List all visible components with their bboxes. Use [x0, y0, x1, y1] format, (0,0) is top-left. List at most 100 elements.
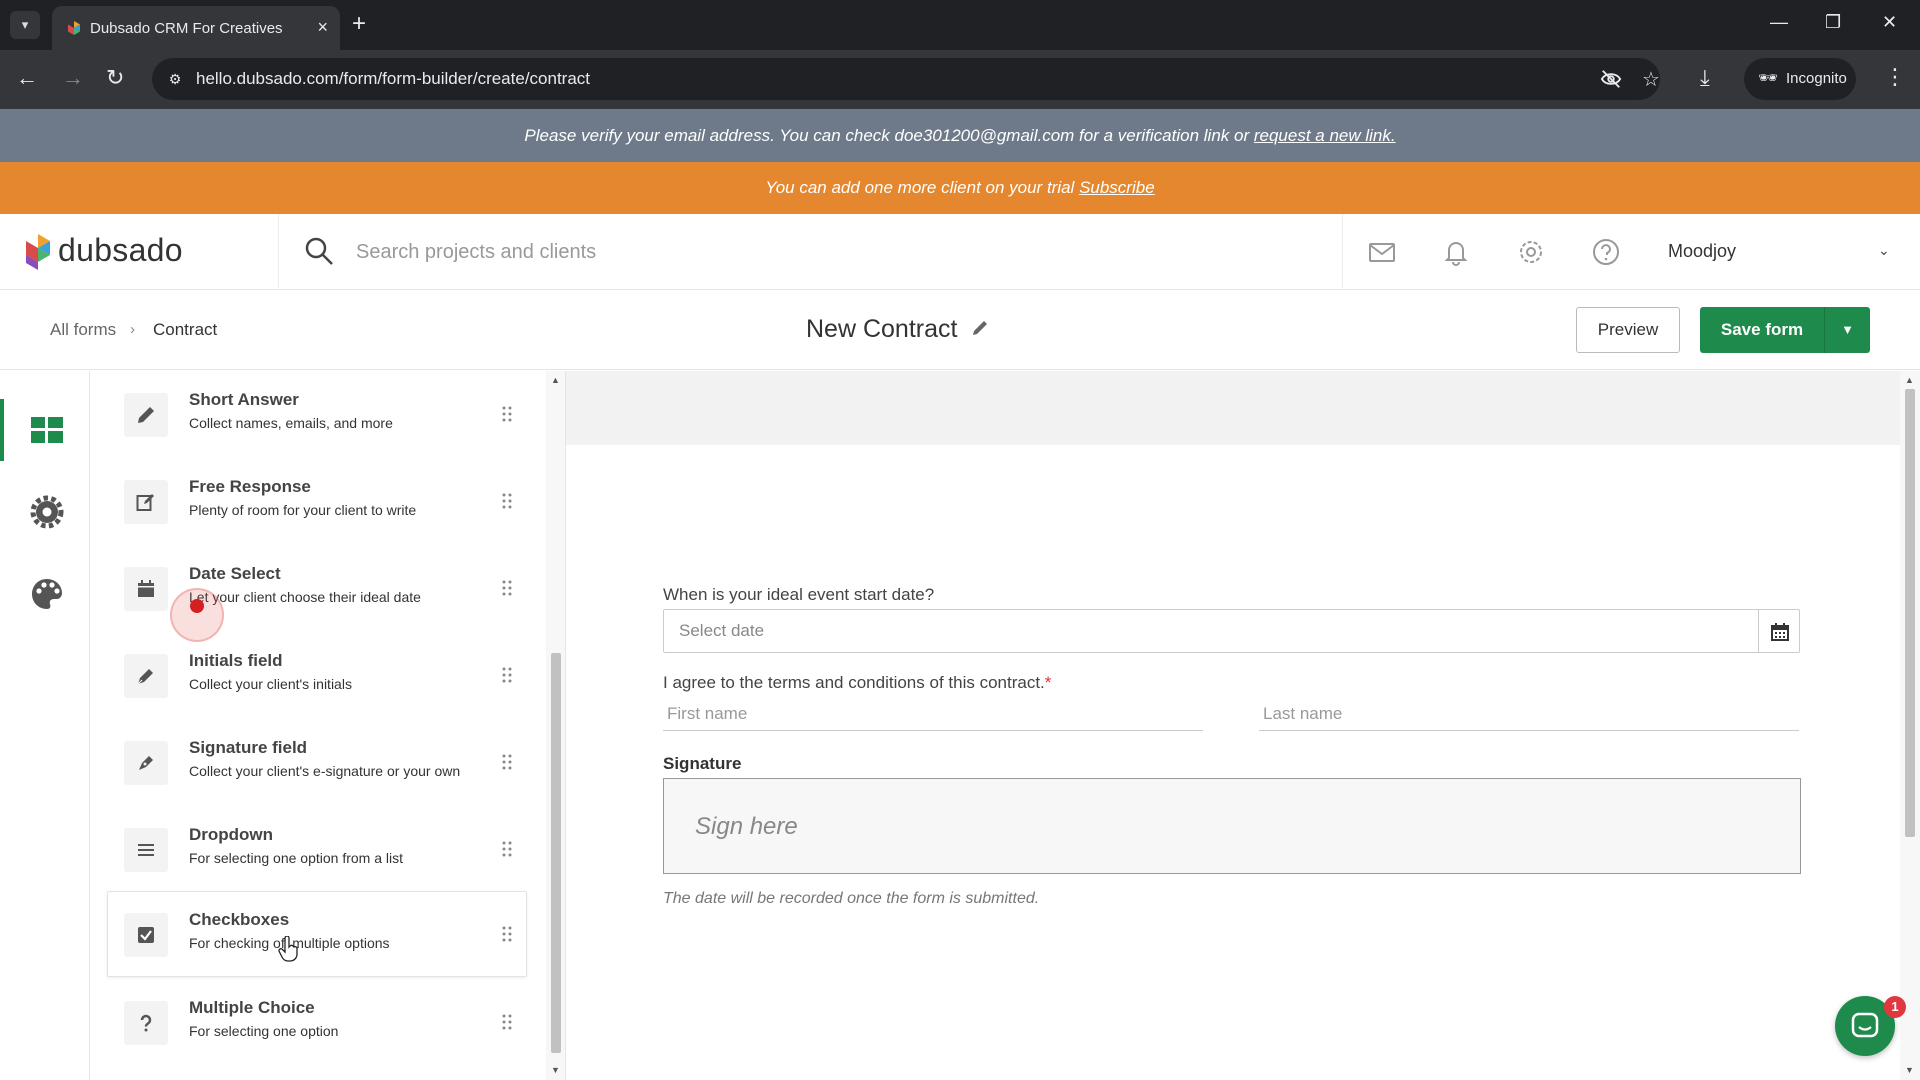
bell-icon[interactable]	[1442, 238, 1470, 266]
list-icon	[138, 844, 154, 856]
preview-button[interactable]: Preview	[1576, 307, 1680, 353]
verify-email-banner: Please verify your email address. You ca…	[0, 109, 1920, 162]
header-divider	[278, 214, 279, 290]
drag-handle-icon[interactable]	[502, 841, 512, 857]
question-icon	[140, 1014, 152, 1032]
checkbox-icon	[138, 927, 154, 943]
signature-label: Signature	[663, 754, 742, 773]
scroll-down-arrow-icon[interactable]: ▼	[1905, 1065, 1914, 1075]
tab-title: Dubsado CRM For Creatives	[90, 20, 283, 37]
left-rail	[0, 371, 90, 1080]
pencil-icon	[138, 407, 154, 423]
last-name-input[interactable]	[1259, 697, 1799, 731]
signature-pad[interactable]: Sign here	[663, 778, 1801, 874]
hand-cursor-icon	[278, 936, 298, 962]
mail-icon[interactable]	[1368, 238, 1396, 266]
help-icon[interactable]	[1592, 238, 1620, 266]
form-canvas: When is your ideal event start date? I a…	[566, 371, 1900, 1080]
tab-close-icon[interactable]: ×	[317, 17, 328, 38]
reload-icon[interactable]: ↻	[106, 65, 124, 91]
app-header: dubsado Moodjoy ⌄	[0, 214, 1920, 290]
incognito-badge[interactable]: 🕶 Incognito	[1744, 58, 1856, 100]
field-item-free-response[interactable]: Free Response Plenty of room for your cl…	[107, 458, 527, 544]
click-indicator	[170, 588, 224, 642]
click-indicator-dot	[190, 599, 204, 613]
chevron-down-icon[interactable]: ⌄	[1878, 242, 1890, 259]
browser-tab-bar: ▾ Dubsado CRM For Creatives × + — ❐ ✕	[0, 0, 1920, 50]
scroll-up-arrow-icon[interactable]: ▲	[1905, 375, 1914, 385]
chat-bubble-icon	[1851, 1012, 1879, 1038]
field-item-dropdown[interactable]: Dropdown For selecting one option from a…	[107, 806, 527, 892]
palette-icon[interactable]	[30, 577, 64, 611]
url-text[interactable]: hello.dubsado.com/form/form-builder/crea…	[196, 69, 590, 89]
search-icon[interactable]	[304, 236, 334, 266]
edit-title-pencil-icon[interactable]	[970, 318, 990, 338]
subscribe-link[interactable]: Subscribe	[1079, 178, 1155, 197]
calendar-button[interactable]	[1758, 609, 1800, 653]
signature-placeholder: Sign here	[695, 813, 798, 840]
scroll-down-arrow-icon[interactable]: ▼	[551, 1065, 560, 1075]
breadcrumb-current: Contract	[153, 320, 218, 339]
palette-scrollbar[interactable]: ▲ ▼	[546, 371, 566, 1080]
minimize-icon[interactable]: —	[1770, 12, 1788, 33]
incognito-icon: 🕶	[1758, 70, 1779, 87]
calendar-icon	[1771, 623, 1789, 641]
breadcrumb-chevron-icon: ›	[130, 321, 135, 338]
restore-icon[interactable]: ❐	[1825, 12, 1841, 33]
date-question-label: When is your ideal event start date?	[663, 585, 935, 604]
logo-text[interactable]: dubsado	[58, 232, 183, 269]
download-icon[interactable]: ⤓	[1700, 65, 1710, 91]
scrollbar-thumb[interactable]	[1905, 389, 1915, 837]
bookmark-star-icon[interactable]: ☆	[1642, 67, 1660, 92]
fields-grid-icon[interactable]	[30, 413, 64, 447]
field-item-checkboxes[interactable]: Checkboxes For checking off multiple opt…	[107, 891, 527, 977]
header-divider	[1342, 214, 1343, 290]
chat-unread-badge: 1	[1884, 996, 1906, 1018]
drag-handle-icon[interactable]	[502, 493, 512, 509]
signature-date-note: The date will be recorded once the form …	[663, 890, 1040, 907]
drag-handle-icon[interactable]	[502, 580, 512, 596]
back-icon[interactable]: ←	[16, 65, 38, 91]
date-input[interactable]	[663, 609, 1759, 653]
settings-gear-icon[interactable]	[30, 495, 64, 529]
browser-tab[interactable]: Dubsado CRM For Creatives ×	[52, 6, 340, 50]
field-item-signature[interactable]: Signature field Collect your client's e-…	[107, 719, 527, 805]
drag-handle-icon[interactable]	[502, 754, 512, 770]
tab-list-chevron-icon[interactable]: ▾	[10, 11, 40, 39]
forward-icon[interactable]: →	[62, 65, 84, 91]
save-form-button[interactable]: Save form	[1700, 307, 1824, 353]
address-bar[interactable]: ⚙ hello.dubsado.com/form/form-builder/cr…	[152, 58, 1660, 100]
canvas-header-band	[566, 371, 1900, 445]
field-item-multiple-choice[interactable]: Multiple Choice For selecting one option	[107, 979, 527, 1065]
pen-icon	[137, 669, 153, 685]
drag-handle-icon[interactable]	[502, 667, 512, 683]
field-palette: Short Answer Collect names, emails, and …	[91, 371, 546, 1080]
scroll-up-arrow-icon[interactable]: ▲	[551, 375, 560, 385]
form-title: New Contract	[806, 315, 958, 343]
canvas-scrollbar[interactable]: ▲ ▼	[1900, 371, 1920, 1080]
trial-banner: You can add one more client on your tria…	[0, 162, 1920, 214]
field-item-short-answer[interactable]: Short Answer Collect names, emails, and …	[107, 371, 527, 457]
first-name-input[interactable]	[663, 697, 1203, 731]
settings-gear-icon[interactable]	[1517, 238, 1545, 266]
eye-off-icon[interactable]	[1600, 69, 1622, 89]
dubsado-favicon-icon	[68, 21, 80, 35]
signature-pen-icon	[139, 756, 153, 770]
search-input[interactable]	[356, 232, 1256, 272]
window-close-icon[interactable]: ✕	[1882, 12, 1897, 33]
user-name[interactable]: Moodjoy	[1668, 241, 1736, 262]
new-tab-icon[interactable]: +	[352, 12, 366, 36]
save-options-caret-icon[interactable]: ▼	[1824, 307, 1870, 353]
scrollbar-thumb[interactable]	[551, 653, 561, 1053]
terms-agreement-label: I agree to the terms and conditions of t…	[663, 673, 1052, 692]
breadcrumb-all-forms[interactable]: All forms	[50, 320, 116, 340]
drag-handle-icon[interactable]	[502, 1014, 512, 1030]
request-new-link[interactable]: request a new link.	[1254, 126, 1396, 145]
drag-handle-icon[interactable]	[502, 926, 512, 942]
rail-active-indicator	[0, 399, 4, 461]
field-item-initials[interactable]: Initials field Collect your client's ini…	[107, 632, 527, 718]
browser-menu-icon[interactable]: ⋮	[1884, 66, 1906, 88]
site-info-icon[interactable]: ⚙	[164, 68, 186, 90]
edit-square-icon	[136, 494, 154, 511]
drag-handle-icon[interactable]	[502, 406, 512, 422]
